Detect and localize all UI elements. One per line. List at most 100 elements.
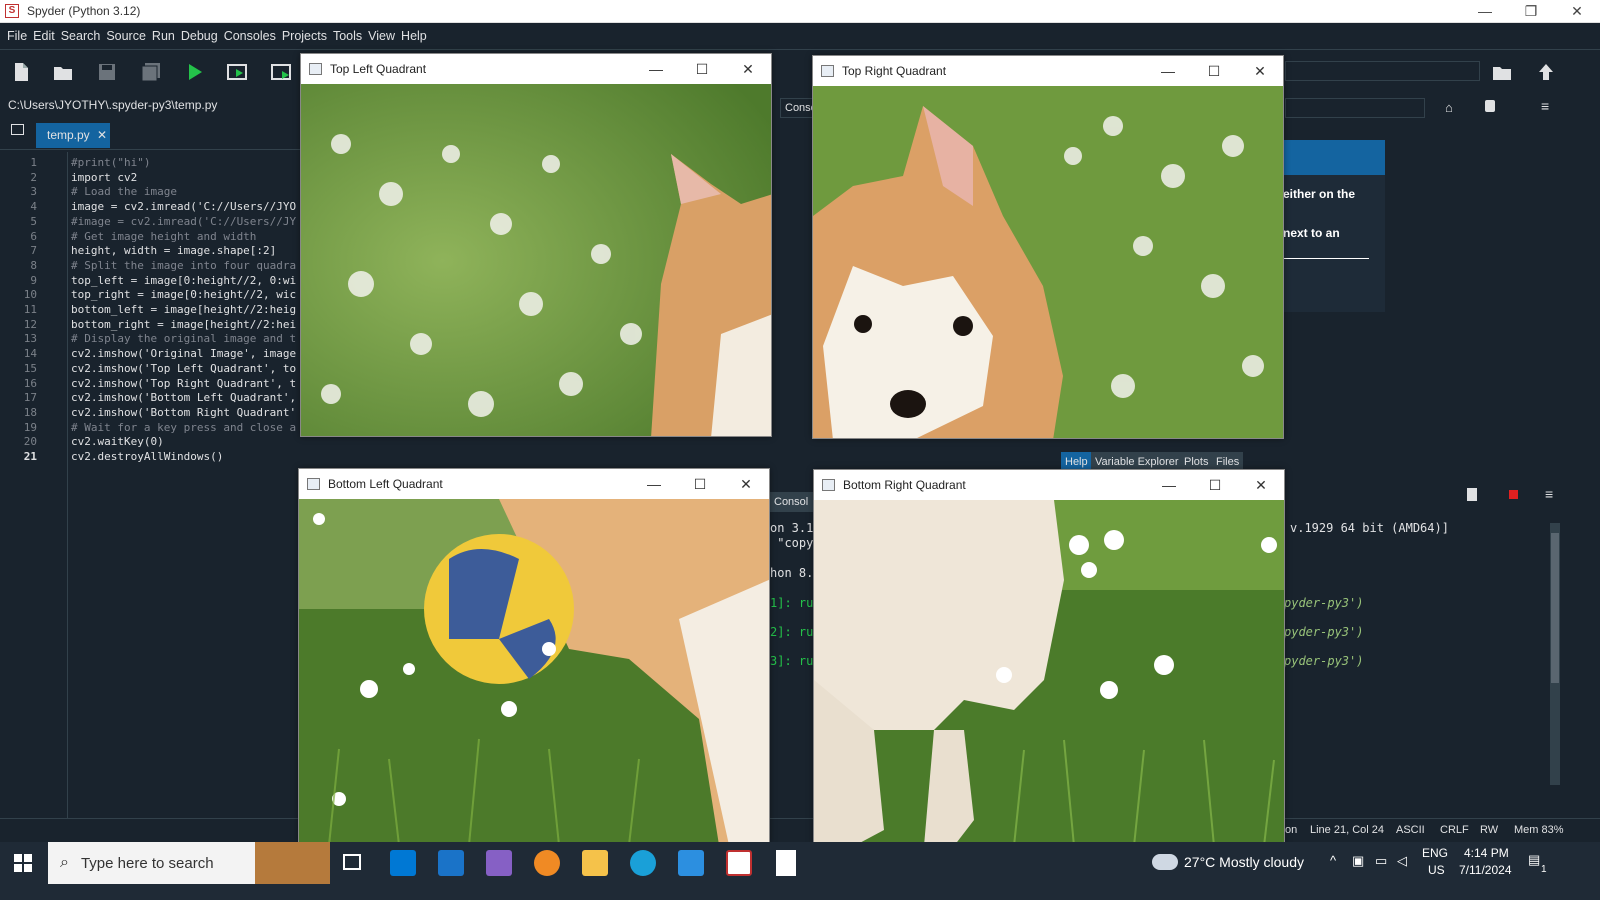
file-explorer-icon[interactable] [582,850,608,876]
spyder-titlebar: S Spyder (Python 3.12) — ❐ ✕ [0,0,1600,23]
lock-icon[interactable] [1485,100,1495,112]
browse-folder-icon[interactable] [1491,61,1513,83]
weather-icon[interactable] [1152,854,1178,870]
minimize-button[interactable]: — [1146,470,1192,500]
editor-tab-temp[interactable]: temp.py ✕ [36,123,110,148]
menu-file[interactable]: File [4,29,30,43]
help-source-label[interactable]: Conso [780,98,817,118]
volume-muted-icon[interactable]: ◁ [1397,853,1407,869]
line-number: 18 [23,405,37,419]
notepad-icon[interactable] [776,850,796,876]
line-number: 4 [30,200,37,214]
run-cell-icon[interactable] [226,61,248,83]
notification-center-icon[interactable]: ▤ [1528,852,1540,868]
cv-window-bottom-left[interactable]: Bottom Left Quadrant — ☐ ✕ [298,468,770,844]
line-number: 16 [23,376,37,390]
save-all-icon[interactable] [140,61,162,83]
code-line: # Display the original image and t [71,332,297,346]
mail-icon[interactable] [438,850,464,876]
cv-window-titlebar[interactable]: Top Left Quadrant — ☐ ✕ [301,54,771,84]
help-text-1: either on the [1283,187,1356,201]
save-icon[interactable] [96,61,118,83]
clock-date[interactable]: 7/11/2024 [1459,863,1512,877]
maximize-button[interactable]: ☐ [1192,470,1238,500]
edge-browser-icon[interactable] [630,850,656,876]
network-icon[interactable]: ▭ [1375,853,1387,869]
taskbar-search-box[interactable]: ⌕ Type here to search [48,842,330,884]
open-folder-icon[interactable] [52,61,74,83]
cv-window-titlebar[interactable]: Bottom Left Quadrant — ☐ ✕ [299,469,769,499]
windows-taskbar: ⌕ Type here to search 27°C Mostly cloudy… [0,842,1600,900]
weather-text[interactable]: 27°C Mostly cloudy [1184,854,1304,870]
status-memory: Mem 83% [1514,824,1564,836]
help-divider [1283,258,1369,259]
visual-studio-icon[interactable] [486,850,512,876]
stop-icon[interactable] [1509,490,1518,499]
console-options-icon[interactable]: ≡ [1545,486,1553,502]
windows-start-icon[interactable] [14,854,32,872]
new-file-icon[interactable] [10,61,32,83]
code-line: top_right = image[0:height//2, wic [71,288,297,302]
maximize-button[interactable]: ❐ [1508,0,1554,22]
language-region[interactable]: US [1428,863,1445,877]
menu-run[interactable]: Run [149,29,178,43]
menu-bar: File Edit Search Source Run Debug Consol… [0,23,1600,50]
cv-window-bottom-right[interactable]: Bottom Right Quadrant — ☐ ✕ [813,469,1285,845]
menu-search[interactable]: Search [58,29,104,43]
maximize-button[interactable]: ☐ [677,469,723,499]
code-line: #print("hi") [71,156,151,169]
close-button[interactable]: ✕ [1238,470,1284,500]
minimize-button[interactable]: — [1462,0,1508,22]
quadrant-image-bottom-right [814,500,1284,844]
console-scrollbar[interactable] [1550,523,1560,785]
console-prompt-2: 2]: ru [770,625,814,639]
menu-tools[interactable]: Tools [330,29,365,43]
trash-icon[interactable] [1467,488,1477,501]
photos-icon[interactable] [678,850,704,876]
minimize-button[interactable]: — [633,54,679,84]
maximize-button[interactable]: ☐ [679,54,725,84]
menu-source[interactable]: Source [103,29,149,43]
language-code[interactable]: ENG [1422,846,1448,860]
close-button[interactable]: ✕ [1237,56,1283,86]
close-button[interactable]: ✕ [725,54,771,84]
editor-tab-label: temp.py [47,128,90,142]
cv-window-titlebar[interactable]: Bottom Right Quadrant — ☐ ✕ [814,470,1284,500]
pane-options-icon[interactable]: ≡ [1541,98,1549,114]
meet-now-icon[interactable]: ▣ [1352,853,1364,869]
task-view-icon[interactable] [343,854,361,870]
cv-window-title: Top Left Quadrant [330,62,427,76]
line-number: 19 [23,420,37,434]
cv-window-top-left[interactable]: Top Left Quadrant — ☐ ✕ [300,53,772,437]
run-cell-advance-icon[interactable] [270,61,292,83]
code-line: cv2.waitKey(0) [71,435,164,449]
console-tab[interactable]: Consol [770,492,815,512]
chevron-up-icon[interactable]: ^ [1330,853,1336,868]
maximize-button[interactable]: ☐ [1191,56,1237,86]
clock-time[interactable]: 4:14 PM [1464,846,1509,860]
menu-view[interactable]: View [365,29,398,43]
run-icon[interactable] [184,61,206,83]
close-button[interactable]: ✕ [1554,0,1600,22]
menu-consoles[interactable]: Consoles [221,29,279,43]
home-icon[interactable]: ⌂ [1445,100,1453,115]
cv-window-titlebar[interactable]: Top Right Quadrant — ☐ ✕ [813,56,1283,86]
app-icon-orange[interactable] [534,850,560,876]
minimize-button[interactable]: — [631,469,677,499]
menu-debug[interactable]: Debug [178,29,221,43]
help-object-input[interactable] [1285,98,1425,118]
close-tab-icon[interactable]: ✕ [97,128,107,142]
status-bar: on Line 21, Col 24 ASCII CRLF RW Mem 83% [0,818,1600,842]
menu-help[interactable]: Help [398,29,430,43]
working-directory-input[interactable] [1285,61,1480,81]
browse-tabs-icon[interactable] [11,124,24,135]
spyder-taskbar-icon[interactable] [726,850,752,876]
microsoft-store-icon[interactable] [390,850,416,876]
menu-projects[interactable]: Projects [279,29,330,43]
minimize-button[interactable]: — [1145,56,1191,86]
code-line: #image = cv2.imread('C://Users//JY [71,214,297,228]
menu-edit[interactable]: Edit [30,29,58,43]
parent-directory-icon[interactable] [1535,61,1557,83]
cv-window-top-right[interactable]: Top Right Quadrant — ☐ ✕ [812,55,1284,439]
close-button[interactable]: ✕ [723,469,769,499]
